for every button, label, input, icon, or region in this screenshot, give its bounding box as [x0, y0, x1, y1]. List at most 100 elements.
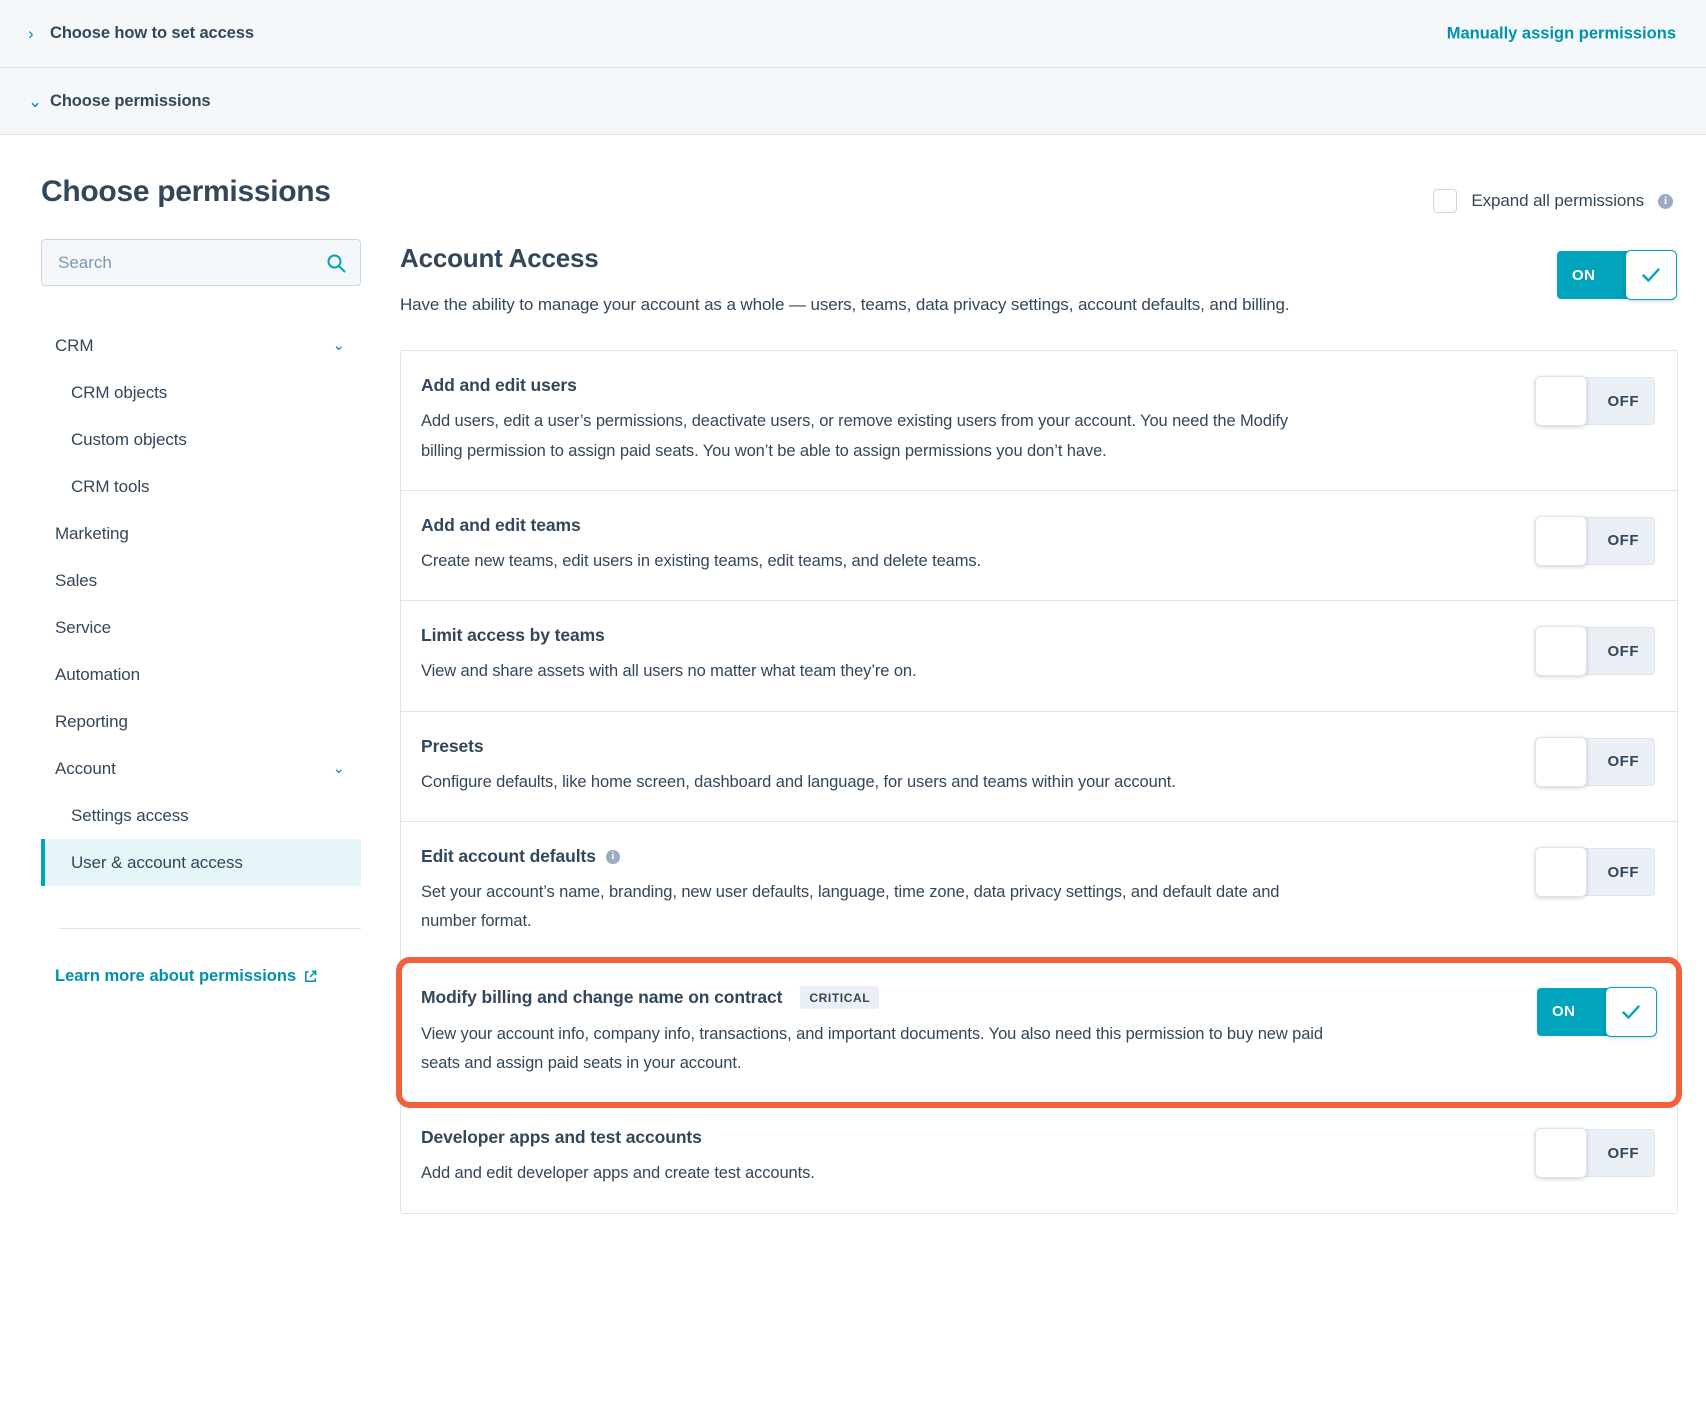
page-header: Choose permissions Expand all permission…	[0, 135, 1706, 213]
status-badge-critical: CRITICAL	[800, 985, 880, 1009]
sidebar-item-service[interactable]: Service	[41, 604, 361, 651]
sidebar-item-label: Automation	[55, 664, 140, 684]
sidebar-item-marketing[interactable]: Marketing	[41, 510, 361, 557]
permission-toggle[interactable]: OFF	[1535, 626, 1655, 677]
permission-title: Modify billing and change name on contra…	[421, 986, 783, 1007]
permission-toggle-cell: OFF	[1527, 515, 1655, 566]
permission-toggle[interactable]: OFF	[1535, 1128, 1655, 1179]
sidebar-item-sales[interactable]: Sales	[41, 557, 361, 604]
permission-row: Add and edit teams Create new teams, edi…	[401, 491, 1677, 602]
accordion-label-choose-permissions: Choose permissions	[50, 91, 211, 110]
permission-toggle[interactable]: OFF	[1535, 847, 1655, 898]
permission-title-row: Add and edit users	[421, 375, 1497, 396]
permission-row: Edit account defaults i Set your account…	[401, 822, 1677, 962]
chevron-down-icon: ⌄	[332, 337, 346, 354]
toggle-state-label: OFF	[1607, 753, 1639, 771]
permission-title: Limit access by teams	[421, 625, 605, 646]
account-access-header: Account Access Have the ability to manag…	[400, 243, 1678, 319]
search-input[interactable]	[58, 252, 326, 273]
permission-toggle-cell: OFF	[1527, 625, 1655, 677]
chevron-down-icon: ⌄	[332, 760, 346, 777]
external-link-icon	[303, 969, 318, 984]
check-icon	[1642, 268, 1660, 282]
sidebar-item-crm-objects[interactable]: CRM objects	[41, 369, 361, 416]
section-toggle-cell: ON	[1547, 249, 1677, 300]
learn-more-about-permissions-link[interactable]: Learn more about permissions	[55, 967, 318, 986]
toggle-state-label: OFF	[1607, 392, 1639, 410]
permission-text: Limit access by teams View and share ass…	[421, 625, 1527, 686]
permission-toggle[interactable]: OFF	[1535, 376, 1655, 427]
permission-text: Add and edit teams Create new teams, edi…	[421, 515, 1527, 576]
check-icon	[1622, 1005, 1640, 1019]
permissions-main-panel: Account Access Have the ability to manag…	[361, 239, 1682, 1214]
permission-row: Presets Configure defaults, like home sc…	[401, 712, 1677, 823]
section-description: Have the ability to manage your account …	[400, 295, 1290, 314]
toggle-state-label: OFF	[1607, 532, 1639, 550]
account-access-toggle[interactable]: ON	[1557, 250, 1677, 300]
sidebar-item-label: Marketing	[55, 523, 129, 543]
expand-all-permissions-label: Expand all permissions	[1471, 191, 1644, 210]
permission-toggle-cell: ON	[1527, 986, 1657, 1037]
permission-toggle[interactable]: OFF	[1535, 736, 1655, 787]
toggle-state-label: OFF	[1607, 642, 1639, 660]
permission-text: Modify billing and change name on contra…	[421, 985, 1527, 1079]
permission-text: Add and edit users Add users, edit a use…	[421, 375, 1527, 466]
permission-toggle-cell: OFF	[1527, 375, 1655, 427]
permission-toggle[interactable]: OFF	[1535, 515, 1655, 566]
permission-title-row: Modify billing and change name on contra…	[421, 985, 1497, 1009]
permission-row: Limit access by teams View and share ass…	[401, 601, 1677, 712]
choose-permissions-panel: Choose permissions Expand all permission…	[0, 135, 1706, 1405]
sidebar-divider	[59, 928, 361, 929]
toggle-knob	[1535, 626, 1587, 677]
manually-assign-permissions-link[interactable]: Manually assign permissions	[1447, 24, 1676, 43]
permission-toggle[interactable]: ON	[1537, 986, 1657, 1037]
toggle-knob	[1535, 1128, 1587, 1179]
toggle-knob	[1535, 847, 1587, 898]
sidebar-item-label: Settings access	[71, 805, 189, 825]
sidebar-item-custom-objects[interactable]: Custom objects	[41, 416, 361, 463]
permission-title: Edit account defaults	[421, 846, 596, 867]
expand-all-permissions-control[interactable]: Expand all permissions i	[1433, 189, 1673, 213]
toggle-state-label: ON	[1552, 1003, 1576, 1021]
accordion-row-choose-permissions[interactable]: ⌄ Choose permissions	[0, 68, 1706, 135]
account-access-text-block: Account Access Have the ability to manag…	[400, 243, 1290, 319]
toggle-knob	[1535, 376, 1587, 427]
permission-title: Add and edit users	[421, 375, 577, 396]
sidebar-item-crm-tools[interactable]: CRM tools	[41, 463, 361, 510]
sidebar-item-settings-access[interactable]: Settings access	[41, 792, 361, 839]
sidebar-item-label: Sales	[55, 570, 98, 590]
sidebar-item-crm[interactable]: CRM ⌄	[41, 322, 361, 369]
permission-title-row: Edit account defaults i	[421, 846, 1497, 867]
expand-all-permissions-checkbox[interactable]	[1433, 189, 1458, 213]
sidebar-item-reporting[interactable]: Reporting	[41, 698, 361, 745]
permission-text: Developer apps and test accounts Add and…	[421, 1127, 1527, 1188]
sidebar-item-user-account-access[interactable]: User & account access	[41, 839, 361, 886]
permission-text: Presets Configure defaults, like home sc…	[421, 736, 1527, 797]
sidebar-item-label: CRM	[55, 335, 94, 355]
toggle-state-label: ON	[1572, 266, 1596, 284]
accordion-label-set-access: Choose how to set access	[50, 24, 254, 42]
sidebar-item-account[interactable]: Account ⌄	[41, 745, 361, 792]
info-icon[interactable]: i	[1658, 193, 1673, 209]
accordion-row-choose-how-to-set-access[interactable]: › Choose how to set access Manually assi…	[0, 0, 1706, 68]
permissions-content: CRM ⌄ CRM objects Custom objects CRM too…	[0, 213, 1706, 1214]
permission-toggle-cell: OFF	[1527, 846, 1655, 898]
sidebar-item-label: Service	[55, 617, 111, 637]
permission-toggle-cell: OFF	[1527, 1127, 1655, 1179]
toggle-state-label: OFF	[1607, 863, 1639, 881]
permission-description: Configure defaults, like home screen, da…	[421, 772, 1176, 791]
permission-title-row: Add and edit teams	[421, 515, 1497, 536]
permission-title: Developer apps and test accounts	[421, 1127, 702, 1148]
permission-toggle-cell: OFF	[1527, 736, 1655, 787]
info-icon[interactable]: i	[605, 849, 620, 864]
search-box[interactable]	[41, 239, 361, 286]
permission-title-row: Presets	[421, 736, 1497, 757]
sidebar-item-automation[interactable]: Automation	[41, 651, 361, 698]
chevron-right-icon: ›	[28, 24, 34, 43]
sidebar-item-label: Reporting	[55, 711, 128, 731]
permission-description: Set your account’s name, branding, new u…	[421, 883, 1280, 931]
sidebar-nav: CRM ⌄ CRM objects Custom objects CRM too…	[41, 322, 361, 886]
section-title: Account Access	[400, 243, 599, 273]
sidebar-item-label: Account	[55, 758, 116, 778]
page-title: Choose permissions	[41, 175, 331, 208]
